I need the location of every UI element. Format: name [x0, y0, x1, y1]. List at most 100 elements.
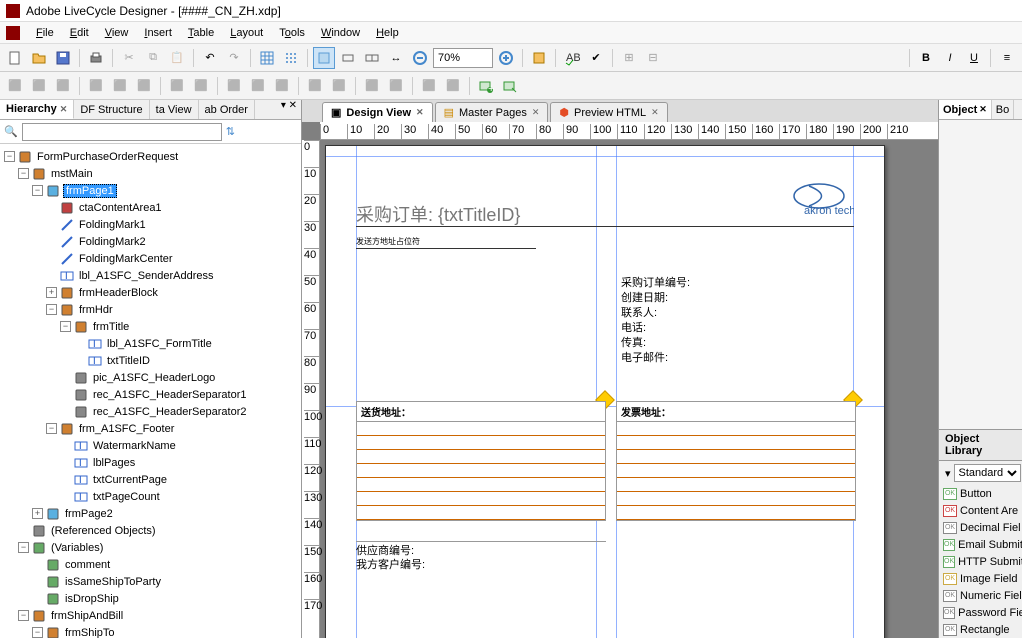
tree-node-FoldingMark2[interactable]: FoldingMark2	[0, 233, 301, 250]
menu-insert[interactable]: Insert	[136, 27, 180, 39]
same-width[interactable]: ⬛	[223, 75, 245, 97]
tree-node-mstMain[interactable]: −mstMain	[0, 165, 301, 182]
tree-node-lblPages[interactable]: TlblPages	[0, 454, 301, 471]
menu-layout[interactable]: Layout	[222, 27, 271, 39]
paste-button[interactable]: 📋	[166, 47, 188, 69]
tree-toggle[interactable]: −	[32, 185, 43, 196]
tree-toggle[interactable]: −	[18, 610, 29, 621]
library-button[interactable]	[528, 47, 550, 69]
tree-node-ReferencedObjects[interactable]: (Referenced Objects)	[0, 522, 301, 539]
tree-toggle[interactable]: −	[46, 304, 57, 315]
objlib-item[interactable]: OKContent Are	[939, 502, 1022, 519]
tree-node-frmShipAndBill[interactable]: −frmShipAndBill	[0, 607, 301, 624]
tree-toggle[interactable]	[60, 491, 71, 502]
tree-toggle[interactable]	[32, 559, 43, 570]
align-bottom-obj[interactable]: ⬛	[133, 75, 155, 97]
grid-button[interactable]	[256, 47, 278, 69]
tree-toggle[interactable]: +	[46, 287, 57, 298]
select-tool[interactable]	[313, 47, 335, 69]
tree-root[interactable]: −FormPurchaseOrderRequest	[0, 148, 301, 165]
objlib-item[interactable]: OKEmail Submit	[939, 536, 1022, 553]
tab-preview-html[interactable]: ⬢Preview HTML✕	[550, 102, 667, 122]
tree-toggle[interactable]: −	[4, 151, 15, 162]
insert-row[interactable]: ⬛	[418, 75, 440, 97]
tree-node-frmTitle[interactable]: −frmTitle	[0, 318, 301, 335]
send-back[interactable]: ⬛	[328, 75, 350, 97]
tree-node-frmPage1[interactable]: −frmPage1	[0, 182, 301, 199]
same-height[interactable]: ⬛	[247, 75, 269, 97]
objlib-item[interactable]: OKRectangle	[939, 621, 1022, 638]
tree-toggle[interactable]	[60, 389, 71, 400]
form-page[interactable]: akron technologies 采购订单: {txtTitleID} 发送…	[325, 145, 885, 638]
tree-node-rec_A1SFC_HeaderSeparator2[interactable]: rec_A1SFC_HeaderSeparator2	[0, 403, 301, 420]
objlib-item[interactable]: OKNumeric Fiel	[939, 587, 1022, 604]
close-icon[interactable]: ✕	[416, 107, 424, 118]
underline-button[interactable]: U	[963, 47, 985, 69]
tree-toggle[interactable]	[46, 236, 57, 247]
delete-row[interactable]: ⬛	[442, 75, 464, 97]
tree-node-WatermarkName[interactable]: TWatermarkName	[0, 437, 301, 454]
tree-toggle[interactable]	[60, 440, 71, 451]
field-tool[interactable]	[361, 47, 383, 69]
tree-node-isDropShip[interactable]: isDropShip	[0, 590, 301, 607]
tree-toggle[interactable]	[46, 219, 57, 230]
align-middle-obj[interactable]: ⬛	[109, 75, 131, 97]
tree-toggle[interactable]	[46, 202, 57, 213]
close-icon[interactable]: ✕	[979, 104, 987, 115]
tree-toggle[interactable]	[46, 270, 57, 281]
menu-window[interactable]: Window	[313, 27, 368, 39]
menu-table[interactable]: Table	[180, 27, 222, 39]
tree-toggle[interactable]	[32, 593, 43, 604]
objlib-item[interactable]: OKPassword Fie	[939, 604, 1022, 621]
close-icon[interactable]: ✕	[651, 107, 659, 118]
tree-toggle[interactable]	[60, 474, 71, 485]
tab-object[interactable]: Object✕	[939, 100, 992, 119]
tree-toggle[interactable]	[18, 525, 29, 536]
close-icon[interactable]: ✕	[532, 107, 540, 118]
tree-toggle[interactable]	[74, 355, 85, 366]
wrap-subform[interactable]: ⬛	[361, 75, 383, 97]
print-button[interactable]	[85, 47, 107, 69]
distribute-h[interactable]: ⬛	[166, 75, 188, 97]
hierarchy-tree[interactable]: −FormPurchaseOrderRequest−mstMain−frmPag…	[0, 144, 301, 638]
tree-node-frmPage2[interactable]: +frmPage2	[0, 505, 301, 522]
bold-button[interactable]: B	[915, 47, 937, 69]
tree-toggle[interactable]: −	[32, 627, 43, 638]
italic-button[interactable]: I	[939, 47, 961, 69]
tree-node-Variables[interactable]: −(Variables)	[0, 539, 301, 556]
objlib-category-combo[interactable]: Standard	[954, 464, 1021, 482]
zoom-combo[interactable]	[433, 48, 493, 68]
open-button[interactable]	[28, 47, 50, 69]
rect-tool[interactable]	[337, 47, 359, 69]
tree-toggle[interactable]: −	[60, 321, 71, 332]
align-right-obj[interactable]: ⬛	[52, 75, 74, 97]
tree-node-FoldingMarkCenter[interactable]: FoldingMarkCenter	[0, 250, 301, 267]
tree-toggle[interactable]	[46, 253, 57, 264]
tree-toggle[interactable]	[74, 338, 85, 349]
tree-toggle[interactable]: −	[18, 168, 29, 179]
group-button[interactable]: ⊞	[618, 47, 640, 69]
tab-tab-order[interactable]: ab Order	[199, 100, 255, 119]
tree-node-frmHeaderBlock[interactable]: +frmHeaderBlock	[0, 284, 301, 301]
tree-toggle[interactable]	[32, 576, 43, 587]
menu-help[interactable]: Help	[368, 27, 407, 39]
same-size[interactable]: ⬛	[271, 75, 293, 97]
tree-toggle[interactable]	[60, 406, 71, 417]
tab-pdf-structure[interactable]: DF Structure	[74, 100, 149, 119]
panel-close-icon[interactable]: ▾ ✕	[281, 100, 297, 111]
tree-node-txtCurrentPage[interactable]: TtxtCurrentPage	[0, 471, 301, 488]
snap-grid-button[interactable]	[280, 47, 302, 69]
close-icon[interactable]: ✕	[60, 104, 68, 115]
chevron-down-icon[interactable]: ▾	[939, 467, 951, 480]
distribute-v[interactable]: ⬛	[190, 75, 212, 97]
tree-toggle[interactable]: −	[46, 423, 57, 434]
bill-address-block[interactable]: 发票地址：	[616, 401, 856, 521]
tree-node-txtTitleID[interactable]: TtxtTitleID	[0, 352, 301, 369]
tree-toggle[interactable]: −	[18, 542, 29, 553]
align-left-button[interactable]: ≡	[996, 47, 1018, 69]
objlib-item[interactable]: OKImage Field	[939, 570, 1022, 587]
new-button[interactable]	[4, 47, 26, 69]
undo-button[interactable]: ↶	[199, 47, 221, 69]
objlib-item[interactable]: OKHTTP Submit	[939, 553, 1022, 570]
cut-button[interactable]: ✂	[118, 47, 140, 69]
